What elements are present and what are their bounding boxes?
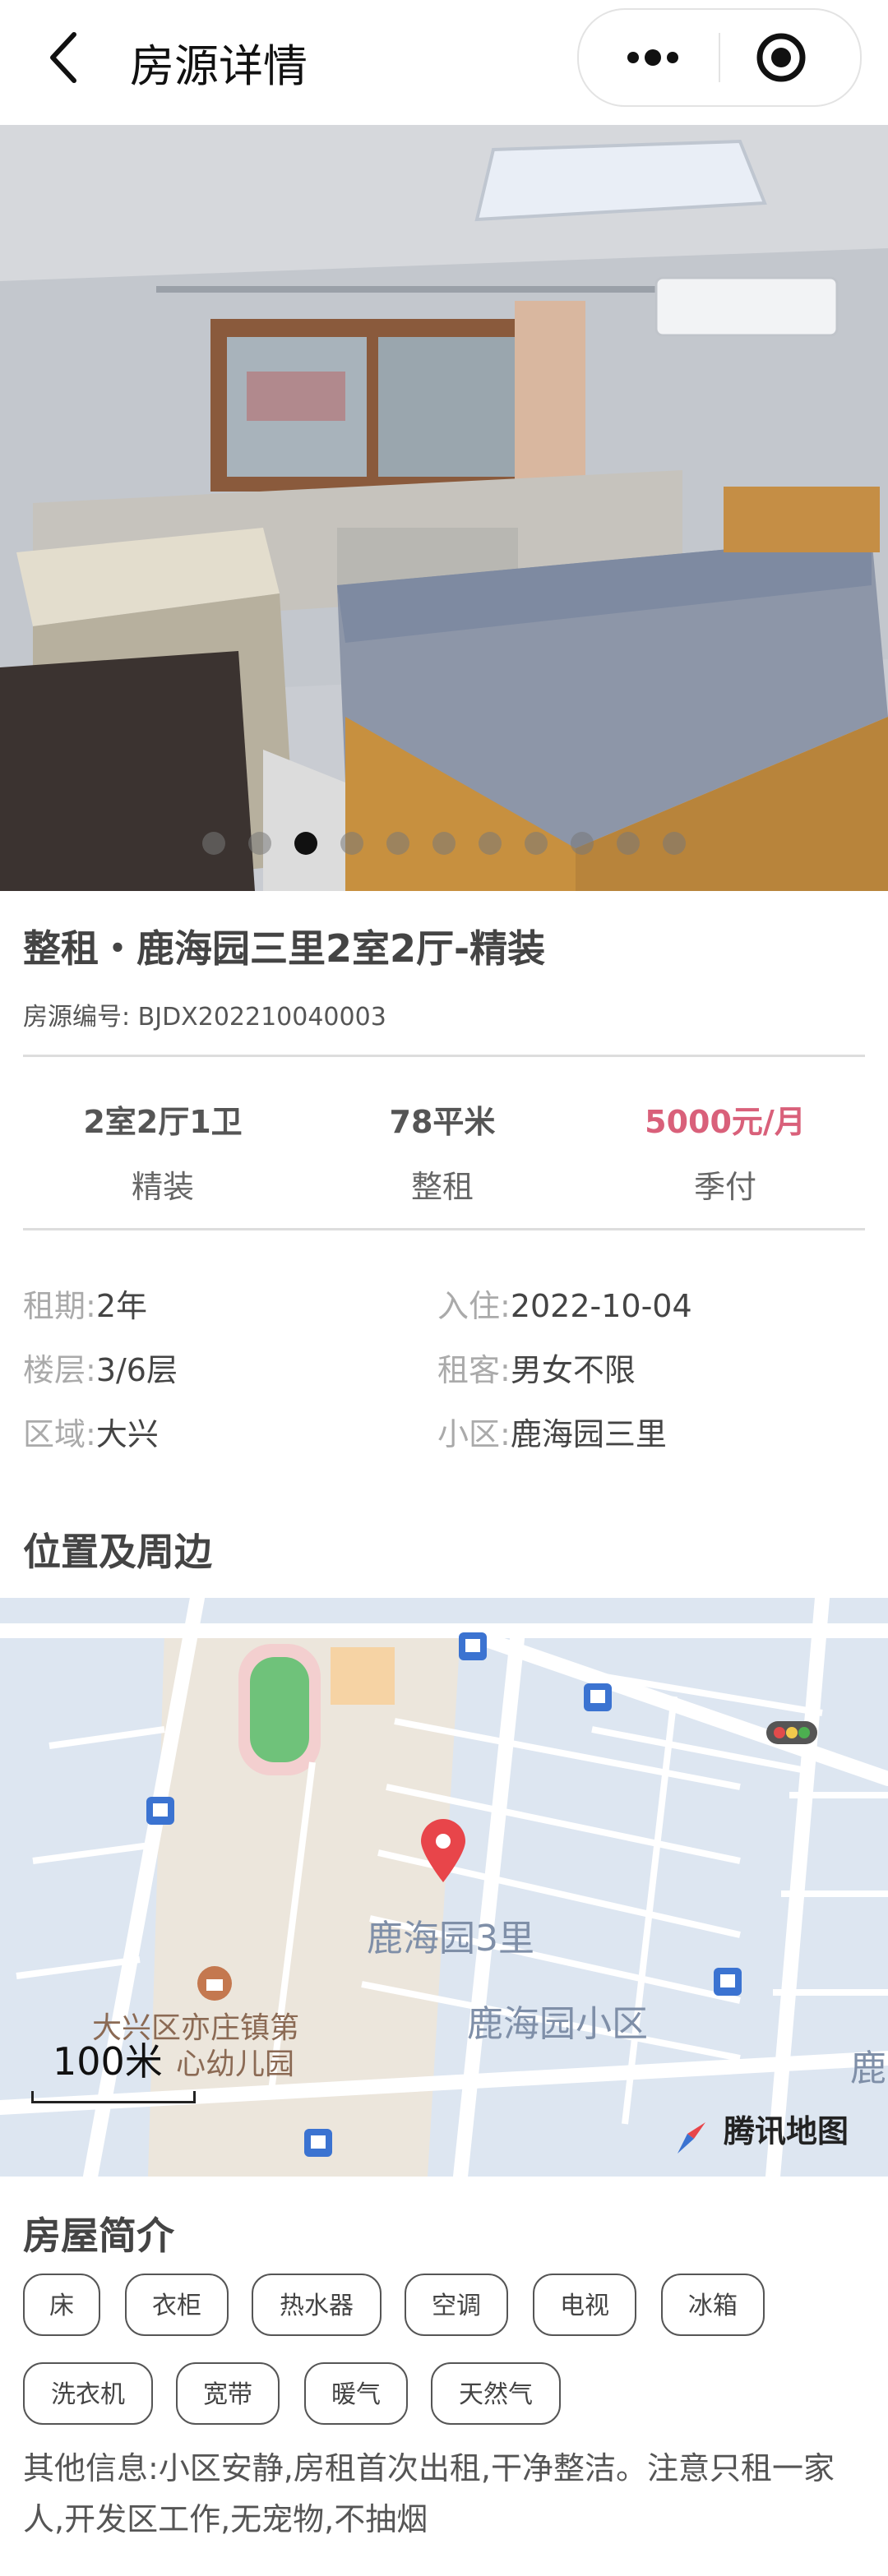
carousel-dot-active[interactable] — [294, 832, 317, 855]
community-label: 小区: — [437, 1416, 511, 1452]
bus-stop-icon — [714, 1968, 742, 1996]
detail-lease: 租期:2年 — [23, 1281, 147, 1326]
rent-type-value: 整租 — [410, 1169, 474, 1205]
district-value: 大兴 — [95, 1416, 159, 1452]
detail-floor: 楼层:3/6层 — [23, 1345, 178, 1390]
carousel-dot[interactable] — [663, 832, 686, 855]
more-icon — [627, 49, 678, 66]
other-info-text: 其他信息:小区安静,房租首次出租,干净整洁。注意只租一家人,开发区工作,无宠物,… — [23, 2450, 835, 2537]
bus-stop-icon — [459, 1632, 487, 1660]
tenant-label: 租客: — [437, 1352, 511, 1388]
school-icon — [197, 1966, 232, 2001]
back-icon — [50, 32, 76, 83]
facility-tag: 电视 — [533, 2274, 636, 2336]
facility-tag: 洗衣机 — [23, 2362, 153, 2425]
movein-value: 2022-10-04 — [510, 1288, 692, 1324]
facility-tag: 暖气 — [304, 2362, 408, 2425]
bus-stop-icon — [146, 1797, 174, 1825]
layout-value: 2室2厅1卫 — [83, 1104, 243, 1140]
detail-tenant: 租客:男女不限 — [437, 1345, 636, 1390]
house-title: 整租・鹿海园三里2室2厅-精装 — [23, 926, 546, 971]
map-scale-bar — [31, 2091, 196, 2103]
map-marker-icon — [421, 1819, 465, 1882]
compass-icon — [678, 2122, 705, 2154]
carousel-dot[interactable] — [248, 832, 271, 855]
facility-tag: 热水器 — [252, 2274, 382, 2336]
back-button[interactable] — [36, 25, 95, 90]
house-photo-gallery[interactable] — [0, 125, 888, 891]
divider — [23, 1055, 865, 1057]
decoration-value: 精装 — [131, 1169, 194, 1205]
house-code: 房源编号: BJDX202210040003 — [23, 996, 386, 1032]
key-stats: 2室2厅1卫 精装 78平米 整租 5000元/月 季付 — [23, 1096, 865, 1205]
map-label-community-3: 鹿海园3里 — [367, 1918, 534, 1960]
room-photo — [0, 125, 888, 891]
map-poi-kindergarten-line2: 心幼儿园 — [176, 2047, 295, 2081]
floor-value: 3/6层 — [95, 1352, 178, 1388]
carousel-dot[interactable] — [340, 832, 363, 855]
carousel-dot[interactable] — [386, 832, 409, 855]
payment-value: 季付 — [693, 1169, 756, 1205]
stat-price: 5000元/月 季付 — [585, 1096, 865, 1207]
facility-tag: 天然气 — [431, 2362, 561, 2425]
traffic-light-icon — [766, 1721, 817, 1744]
movein-label: 入住: — [437, 1288, 511, 1324]
location-section-title: 位置及周边 — [23, 1530, 212, 1574]
tenant-value: 男女不限 — [510, 1352, 636, 1388]
bus-stop-icon — [584, 1683, 612, 1711]
stat-layout: 2室2厅1卫 精装 — [23, 1096, 303, 1207]
carousel-dot[interactable] — [571, 832, 594, 855]
close-button[interactable] — [755, 31, 807, 84]
carousel-dot[interactable] — [479, 832, 502, 855]
carousel-dot[interactable] — [617, 832, 640, 855]
detail-district: 区域:大兴 — [23, 1409, 159, 1454]
more-button[interactable] — [612, 33, 694, 82]
location-map[interactable]: 鹿海园3里 鹿海园小区 鹿 大兴区亦庄镇第 心幼儿园 100米 腾讯地图 — [0, 1598, 888, 2177]
carousel-dot[interactable] — [525, 832, 548, 855]
facility-tag: 宽带 — [176, 2362, 280, 2425]
carousel-indicator — [0, 832, 888, 856]
house-code-label: 房源编号: — [23, 1003, 131, 1032]
capsule-divider — [719, 33, 720, 82]
map-base — [0, 1598, 888, 2177]
bus-stop-icon — [304, 2129, 332, 2157]
map-label-edge: 鹿 — [850, 2047, 886, 2089]
map-scale-label: 100米 — [53, 2039, 163, 2084]
stat-area: 78平米 整租 — [303, 1096, 582, 1207]
carousel-dot[interactable] — [202, 832, 225, 855]
lease-value: 2年 — [95, 1288, 147, 1324]
lease-label: 租期: — [23, 1288, 96, 1324]
detail-community: 小区:鹿海园三里 — [437, 1409, 667, 1454]
navigation-bar: 房源详情 — [0, 0, 888, 127]
divider — [23, 1228, 865, 1230]
district-label: 区域: — [23, 1416, 96, 1452]
target-icon — [756, 33, 806, 82]
intro-section-title: 房屋简介 — [23, 2214, 174, 2258]
floor-label: 楼层: — [23, 1352, 96, 1388]
facility-tag: 空调 — [405, 2274, 508, 2336]
map-label-community: 鹿海园小区 — [467, 2003, 648, 2045]
carousel-dot[interactable] — [432, 832, 456, 855]
detail-movein: 入住:2022-10-04 — [437, 1281, 692, 1326]
community-value: 鹿海园三里 — [510, 1416, 667, 1452]
facility-tag: 冰箱 — [661, 2274, 765, 2336]
mini-program-capsule — [577, 8, 862, 107]
price-value: 5000元/月 — [645, 1104, 806, 1140]
area-value: 78平米 — [389, 1104, 496, 1140]
map-provider-logo: 腾讯地图 — [724, 2113, 849, 2149]
page-title: 房源详情 — [130, 40, 308, 92]
facility-tag: 床 — [23, 2274, 100, 2336]
facility-tag: 衣柜 — [125, 2274, 229, 2336]
house-code-value: BJDX202210040003 — [137, 1003, 386, 1032]
